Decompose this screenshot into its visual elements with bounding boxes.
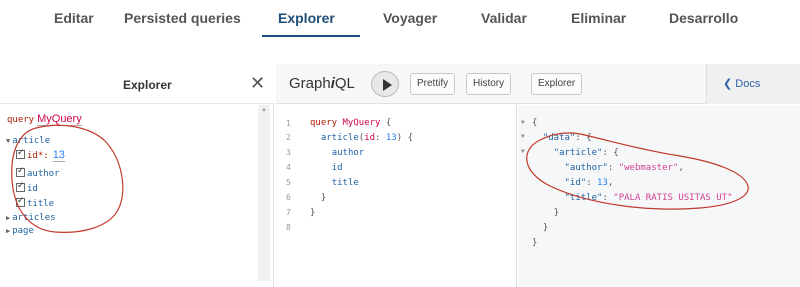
fold-icon[interactable]: ▼ [521,148,525,155]
checkbox-icon[interactable] [16,148,25,159]
id-arg-input[interactable]: 13 [52,149,65,162]
tree-node-page[interactable]: ▶ page [6,226,34,236]
tab-editar[interactable]: Editar [54,10,94,26]
explorer-toggle-button[interactable]: Explorer [531,73,583,95]
code-line: } [320,193,327,203]
query-name-input[interactable]: MyQuery [37,113,82,126]
explorer-panel: Explorer ✕ queryMyQuery ▼article id*:13 … [0,64,274,287]
checkbox-icon[interactable] [16,166,25,177]
result-line: { [532,118,538,128]
caret-down-icon: ▼ [6,137,11,145]
tab-voyager[interactable]: Voyager [383,10,437,26]
caret-right-icon: ▶ [6,214,11,222]
query-header: query MyQuery [7,113,82,126]
checkbox-icon[interactable] [16,196,25,207]
code-line: id [331,163,343,173]
result-line: } [553,208,560,218]
code-line: author [331,148,365,158]
tree-node-article[interactable]: ▼ article [6,136,50,146]
explorer-header: Explorer ✕ [0,64,274,104]
top-nav: Editar Persisted queries Explorer Voyage… [0,0,800,40]
run-button[interactable] [371,71,399,97]
code-line: title [331,178,359,188]
tab-explorer[interactable]: Explorer [278,10,335,26]
checkbox-icon[interactable] [16,181,25,192]
history-button[interactable]: History [466,73,512,95]
active-tab-indicator [262,35,360,37]
result-line: "title": "PALA RATIS USITAS UT" [564,193,733,203]
prettify-button[interactable]: Prettify [410,73,456,95]
close-icon[interactable]: ✕ [250,73,265,94]
result-line: "id": 13, [564,178,614,188]
query-editor[interactable]: 1 2 3 4 5 6 7 8 query MyQuery { article(… [276,105,517,287]
fold-icon[interactable]: ▼ [521,119,525,126]
result-line: } [532,238,538,248]
explorer-tree: queryMyQuery ▼article id*:13 author id t… [0,105,258,287]
tree-field-id-arg[interactable]: id*:13 [16,148,65,162]
tree-field-author[interactable]: author [16,166,60,179]
tree-field-title[interactable]: title [16,196,54,209]
tab-desarrollo[interactable]: Desarrollo [669,10,738,26]
result-line: "data": { [542,133,592,143]
scroll-up-icon[interactable]: ▲ [261,107,267,113]
explorer-scrollbar[interactable]: ▲ [258,105,270,281]
result-line: } [542,223,549,233]
tab-eliminar[interactable]: Eliminar [571,10,626,26]
fold-icon[interactable]: ▼ [521,133,525,140]
code-line: } [310,208,316,218]
explorer-title: Explorer [123,78,172,92]
result-line: "article": { [553,148,619,158]
result-viewer: ▼ ▼ ▼ { "data": { "article": { "author":… [518,105,800,287]
line-gutter: 1 2 3 4 5 6 7 8 [276,105,304,287]
code-line: query MyQuery { [310,118,392,128]
tab-persisted-queries[interactable]: Persisted queries [124,10,241,26]
query-keyword: query [7,115,35,125]
docs-button[interactable]: ❮ Docs [706,64,800,104]
tree-field-id[interactable]: id [16,181,38,194]
graphiql-logo: GraphiQL [289,75,355,92]
graphiql-toolbar: GraphiQL Prettify History Explorer ❮ Doc… [276,64,800,104]
tab-validar[interactable]: Validar [481,10,527,26]
caret-right-icon: ▶ [6,227,11,235]
code-line: article(id: 13) { [320,133,413,143]
tree-node-articles[interactable]: ▶ articles [6,213,56,223]
result-line: "author": "webmaster", [564,163,684,173]
